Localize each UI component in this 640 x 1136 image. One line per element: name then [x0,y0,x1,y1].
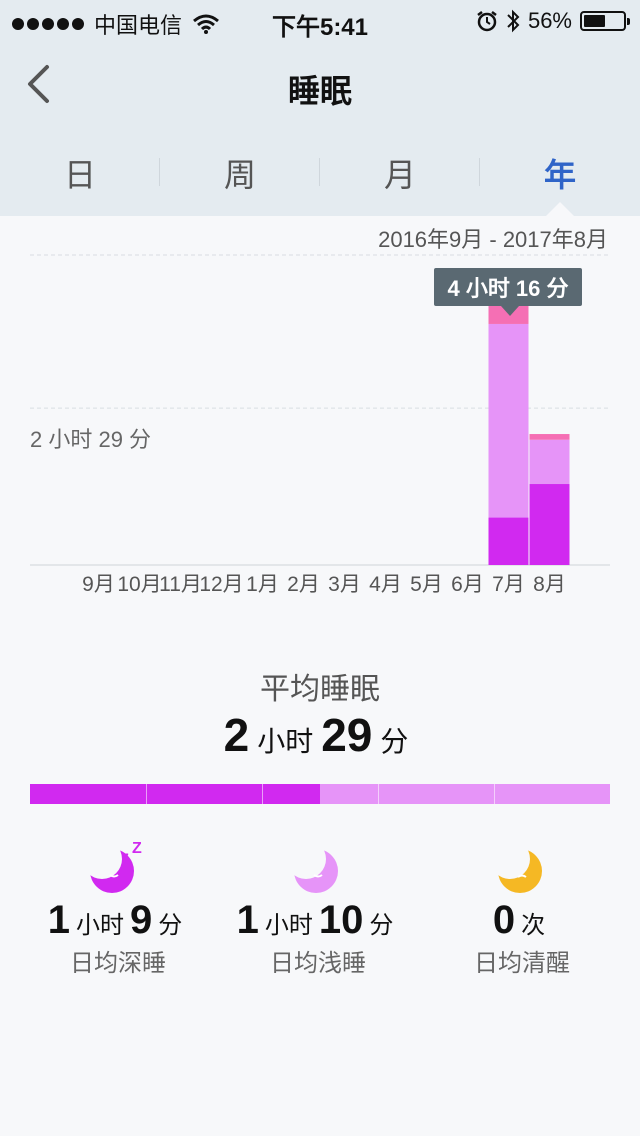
stat-unit: 次 [521,912,546,939]
stat-deep-value: 1 小时 9 分 [8,898,228,943]
period-tabs: 日 周 月 年 [0,138,640,208]
awake-moon-icon [412,836,632,898]
tab-week[interactable]: 周 [160,138,320,208]
stat-unit: 分 [158,912,183,939]
status-bar: 中国电信 下午5:41 56% [0,0,640,41]
tab-month-label: 月 [383,157,416,193]
stat-number: 0 [492,898,516,942]
sleep-ratio-bar [30,784,610,804]
selected-bar-tooltip: 4 小时 16 分 [434,268,582,316]
bar-segment-7月 [488,323,529,518]
average-minutes: 29 [321,709,373,761]
x-tick-label: 6月 [451,573,484,596]
stat-awake: 0次 日均清醒 [412,836,632,978]
bar-segment-8月 [529,439,570,485]
tab-day[interactable]: 日 [0,138,160,208]
status-right: 56% [476,8,630,34]
stat-number: 9 [130,898,153,942]
tab-year-label: 年 [543,157,576,193]
nav-bar: 睡眠 [0,40,640,130]
x-tick-label: 1月 [246,573,279,596]
x-tick-label: 2月 [287,573,320,596]
stat-light-value: 1 小时 10 分 [208,898,428,943]
x-tick-label: 12月 [199,573,243,596]
x-tick-label: 11月 [159,573,202,596]
stat-number: 1 [47,898,70,942]
svg-text:z: z [122,848,129,864]
average-hours: 2 [223,709,250,761]
page-title: 睡眠 [287,73,352,109]
bar-segment-7月 [488,517,529,565]
average-line-label: 2 小时 29 分 [30,427,152,452]
battery-fill [584,15,606,27]
deep-sleep-segment [30,784,320,804]
x-tick-label: 5月 [410,573,443,596]
stat-light-sleep: 1 小时 10 分 日均浅睡 [208,836,428,978]
tab-year[interactable]: 年 [480,138,640,208]
x-tick-label: 9月 [82,573,115,596]
light-sleep-segment [320,784,610,804]
sleep-chart[interactable]: 9月 10月 11月 12月 1月 2月 3月 4月 5月 6月 7月 8月 2 小时 29 分 4 … [0,240,640,610]
x-tick-label: 3月 [328,573,361,596]
battery-percent: 56% [527,8,572,33]
stat-deep-label: 日均深睡 [70,950,166,977]
stat-unit: 小时 [76,912,124,939]
stat-number: 1 [236,898,259,942]
stat-number: 10 [318,898,364,942]
stat-awake-label: 日均清醒 [474,950,570,977]
tab-day-label: 日 [63,157,96,193]
average-sleep-value: 2 小时 29 分 [0,708,640,762]
bar-segment-8月 [529,484,570,565]
stat-deep-sleep: z Z 1 小时 9 分 日均深睡 [8,836,228,978]
stat-unit: 小时 [264,912,313,939]
x-tick-label: 4月 [369,573,402,596]
average-sleep-title: 平均睡眠 [260,673,380,706]
stat-unit: 分 [369,912,394,939]
battery-icon [580,11,630,31]
x-tick-label: 7月 [492,573,525,596]
tab-month[interactable]: 月 [320,138,480,208]
alarm-icon [477,11,497,32]
light-sleep-moon-icon [208,836,428,898]
active-tab-pointer [546,202,574,216]
sleep-stats: z Z 1 小时 9 分 日均深睡 1 小时 10 分 日均浅睡 0次 日均清醒 [0,836,640,996]
x-tick-label: 8月 [533,573,566,596]
deep-sleep-moon-icon: z Z [8,836,228,898]
bluetooth-icon [507,9,520,33]
x-tick-label: 10月 [117,573,161,596]
stat-awake-value: 0次 [412,898,632,943]
svg-text:Z: Z [132,840,142,857]
bar-segment-8月 [529,434,570,440]
average-hours-unit: 小时 [257,726,314,757]
stat-light-label: 日均浅睡 [270,950,366,977]
average-minutes-unit: 分 [380,726,409,757]
tab-week-label: 周 [223,157,256,193]
